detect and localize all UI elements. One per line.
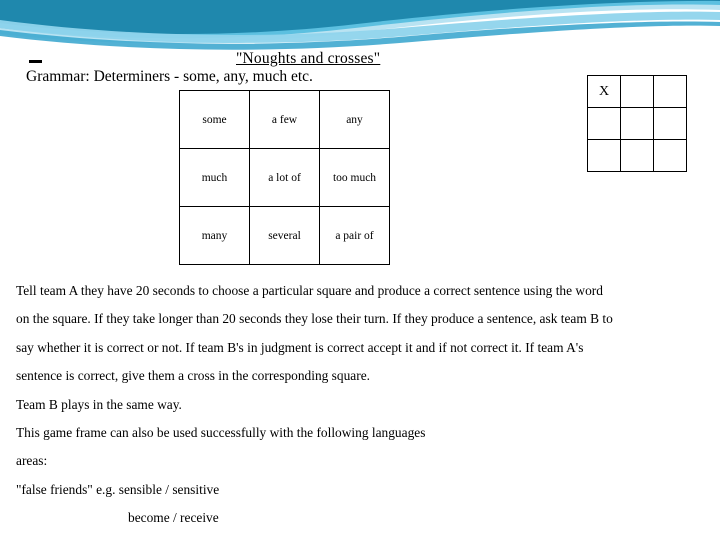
oxo-cell-1-2[interactable] — [653, 107, 687, 140]
table-row: much a lot of too much — [179, 148, 390, 207]
body-line-3: sentence is correct, give them a cross i… — [16, 368, 370, 384]
word-cell-1-2[interactable]: too much — [319, 148, 390, 207]
word-cell-0-0[interactable]: some — [179, 90, 250, 149]
oxo-cell-2-0[interactable] — [587, 139, 621, 172]
page-subtitle: Grammar: Determiners - some, any, much e… — [26, 68, 313, 85]
body-line-6: areas: — [16, 453, 48, 469]
oxo-cell-2-2[interactable] — [653, 139, 687, 172]
body-line-1: on the square. If they take longer than … — [16, 311, 613, 327]
table-row: some a few any — [179, 90, 390, 149]
oxo-cell-0-0[interactable]: X — [587, 75, 621, 108]
body-line-2: say whether it is correct or not. If tea… — [16, 339, 584, 355]
body-indented-line-0: become / receive — [128, 510, 219, 526]
instructions-body: Tell team A they have 20 seconds to choo… — [16, 284, 708, 540]
word-cell-2-0[interactable]: many — [179, 206, 250, 265]
word-grid-table: some a few any much a lot of too much ma… — [179, 90, 390, 265]
oxo-cell-1-0[interactable] — [587, 107, 621, 140]
bullet-dash — [29, 60, 42, 63]
oxo-cell-2-1[interactable] — [620, 139, 654, 172]
body-line-0: Tell team A they have 20 seconds to choo… — [16, 283, 603, 298]
table-row: many several a pair of — [179, 206, 390, 265]
word-cell-2-2[interactable]: a pair of — [319, 206, 390, 265]
word-cell-1-0[interactable]: much — [179, 148, 250, 207]
oxo-cell-0-2[interactable] — [653, 75, 687, 108]
table-row — [587, 139, 687, 172]
table-row: X — [587, 75, 687, 108]
oxo-cell-0-1[interactable] — [620, 75, 654, 108]
slide-canvas: "Noughts and crosses" Grammar: Determine… — [0, 0, 720, 540]
word-cell-0-1[interactable]: a few — [249, 90, 320, 149]
noughts-and-crosses-grid: X — [587, 75, 687, 172]
word-cell-0-2[interactable]: any — [319, 90, 390, 149]
page-title: "Noughts and crosses" — [236, 50, 381, 67]
body-line-5: This game frame can also be used success… — [16, 425, 426, 441]
body-line-4: Team B plays in the same way. — [16, 396, 182, 412]
table-row — [587, 107, 687, 140]
word-cell-1-1[interactable]: a lot of — [249, 148, 320, 207]
body-line-7: "false friends" e.g. sensible / sensitiv… — [16, 481, 220, 497]
oxo-cell-1-1[interactable] — [620, 107, 654, 140]
word-cell-2-1[interactable]: several — [249, 206, 320, 265]
